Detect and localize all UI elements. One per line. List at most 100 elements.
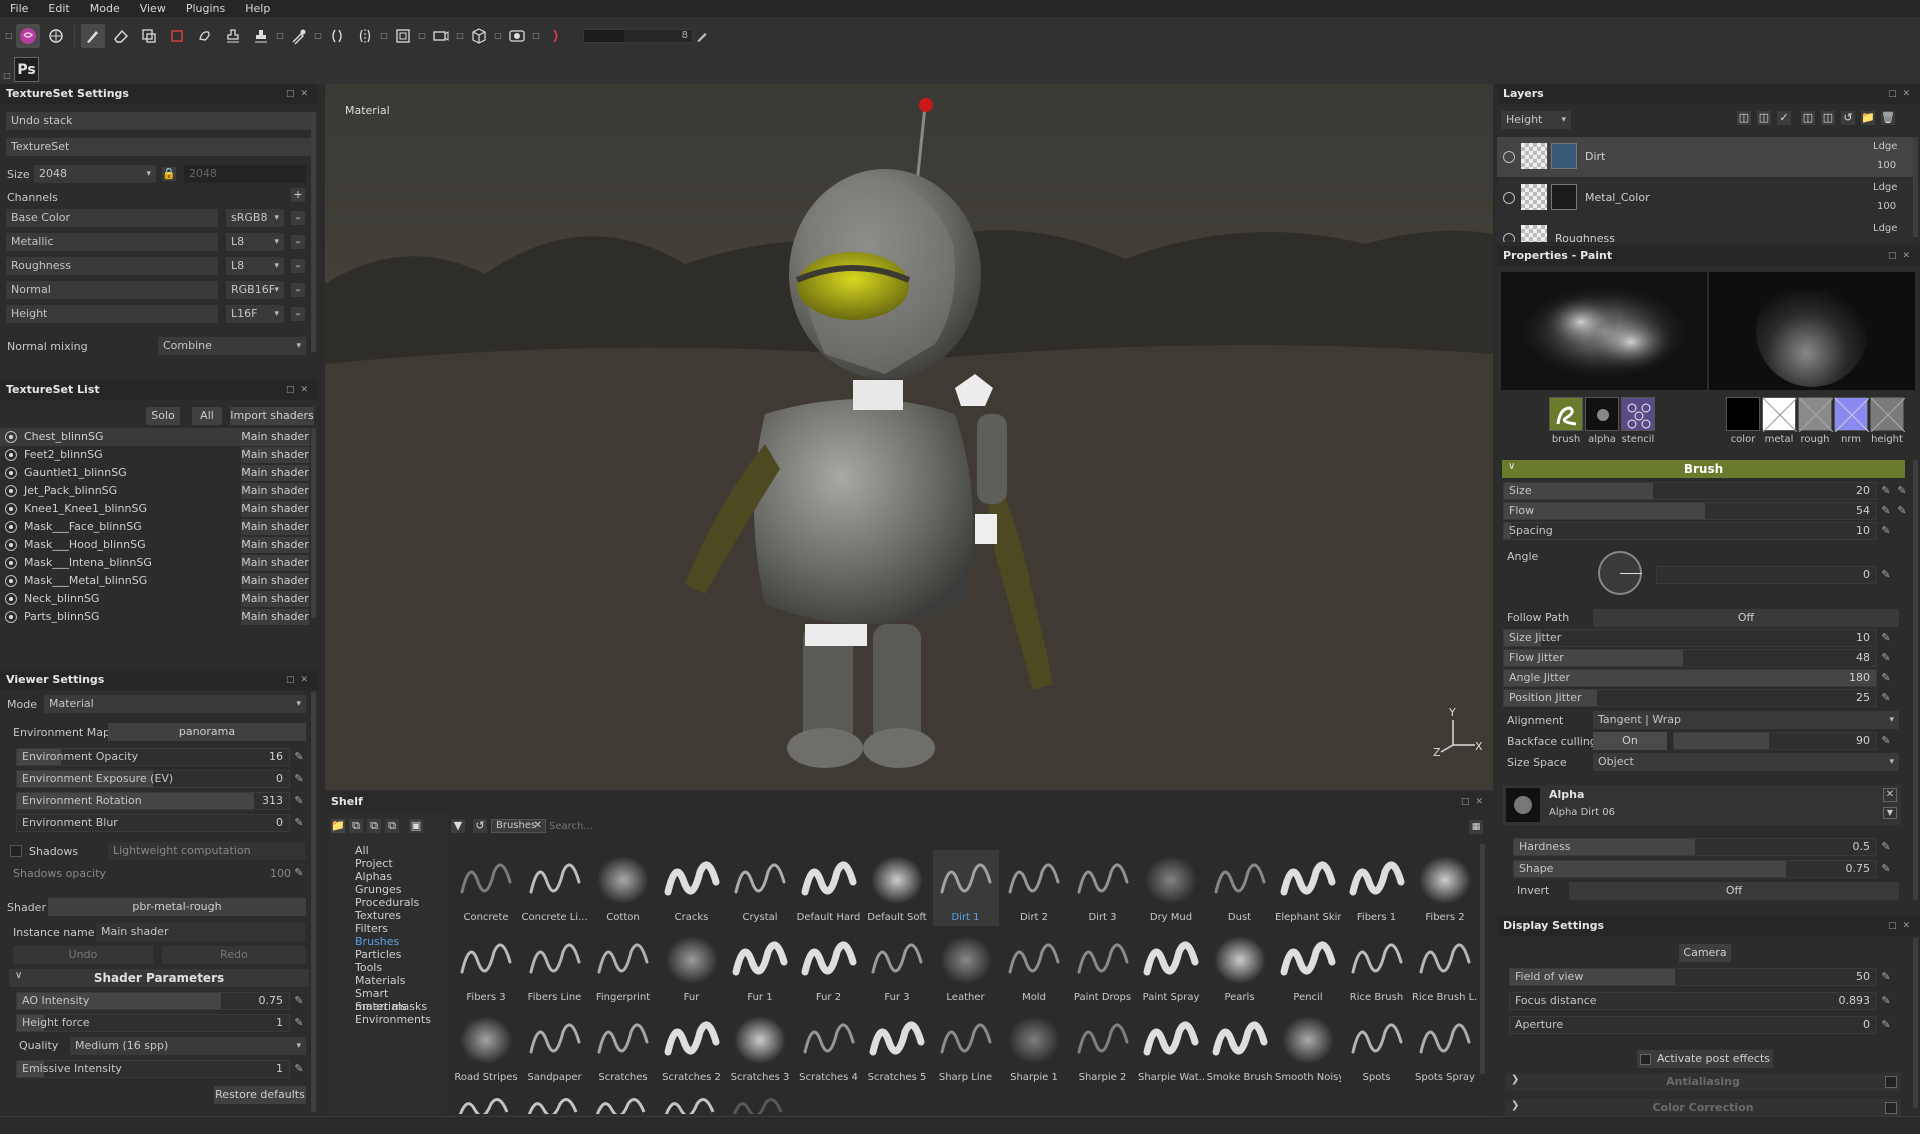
add-fill-layer-icon[interactable]: ◫ [1801, 111, 1815, 125]
brush-item[interactable]: Default Soft [864, 850, 930, 926]
layer-mask-thumbnail[interactable] [1521, 184, 1547, 210]
visibility-eye-icon[interactable] [5, 449, 17, 461]
edit-icon[interactable]: ✎ [292, 1062, 306, 1076]
angle-dial[interactable] [1598, 551, 1642, 595]
grid-view-icon[interactable]: ▦ [1469, 820, 1483, 834]
brush-item[interactable]: Pearls [1207, 930, 1273, 1006]
add-effect-icon[interactable]: ◫ [1737, 111, 1751, 125]
brush-chip[interactable] [1549, 397, 1583, 431]
brush-item[interactable]: Spots Spray [1412, 1010, 1477, 1086]
menu-mode[interactable]: Mode [80, 0, 130, 17]
edit-icon[interactable]: ✎ [1879, 671, 1893, 685]
edit-icon[interactable]: ✎ [292, 1016, 306, 1030]
emissive-intensity-slider[interactable]: Emissive Intensity 1 [16, 1060, 290, 1078]
pressure-icon[interactable]: ✎ [1895, 484, 1909, 498]
visibility-eye-icon[interactable] [5, 557, 17, 569]
brush-item[interactable]: Scratches 5 [864, 1010, 930, 1086]
size-jitter-slider[interactable]: Size Jitter 10 [1503, 629, 1877, 647]
layer-mask-thumbnail[interactable] [1521, 225, 1547, 242]
layer-row[interactable]: Roughness Ldge [1497, 219, 1913, 242]
shape-slider[interactable]: Shape 0.75 [1513, 860, 1877, 878]
import-icon[interactable]: ⧉ [349, 819, 363, 833]
layer-channel-dropdown[interactable]: Height [1501, 111, 1571, 129]
brush-item[interactable]: Concrete [453, 850, 519, 926]
undo-button[interactable]: Undo [13, 946, 153, 964]
visibility-eye-icon[interactable] [5, 575, 17, 587]
textureset-row[interactable]: Parts_blinnSG Main shader [0, 608, 310, 626]
visibility-eye-icon[interactable] [5, 593, 17, 605]
field-of-view-slider[interactable]: Field of view 50 [1509, 968, 1877, 986]
brush-item[interactable]: Pencil [1275, 930, 1341, 1006]
edit-icon[interactable]: ✎ [292, 750, 306, 764]
textureset-row[interactable]: Knee1_Knee1_blinnSG Main shader [0, 500, 310, 518]
brush-item[interactable] [659, 1090, 725, 1114]
brush-item[interactable] [453, 1090, 519, 1114]
brush-item[interactable]: Fur 2 [796, 930, 862, 1006]
alpha-thumbnail[interactable] [1506, 788, 1540, 822]
brush-item[interactable]: Fibers 2 [1412, 850, 1477, 926]
edit-icon[interactable]: ✎ [1879, 631, 1893, 645]
brush-item[interactable]: Smoke Brush [1207, 1010, 1273, 1086]
shelf-category-environments[interactable]: Environments [355, 1013, 431, 1026]
brush-flow-slider[interactable]: Flow 54 [1503, 502, 1877, 520]
textureset-row[interactable]: Jet_Pack_blinnSG Main shader [0, 482, 310, 500]
clone-stamp-icon[interactable] [221, 24, 245, 48]
add-paint-layer-icon[interactable]: ◫ [1821, 111, 1835, 125]
new-preset-icon[interactable]: ▣ [409, 819, 423, 833]
environment-opacity-slider[interactable]: Environment Opacity 16 [16, 748, 290, 766]
panel-dock-close-icon[interactable]: □✕ [286, 84, 314, 104]
brush-item[interactable]: Dry Mud [1138, 850, 1204, 926]
remove-channel-icon[interactable]: – [291, 307, 305, 321]
brush-item[interactable]: Sharpie 2 [1070, 1010, 1136, 1086]
symmetry-icon[interactable] [325, 24, 349, 48]
camera-2d-icon[interactable] [391, 24, 415, 48]
brush-item[interactable]: Cracks [659, 850, 725, 926]
brush-item[interactable]: Fibers Line [522, 930, 588, 1006]
menu-plugins[interactable]: Plugins [176, 0, 235, 17]
textureset-row[interactable]: Mask___Face_blinnSG Main shader [0, 518, 310, 536]
brush-item[interactable]: Paint Drops [1070, 930, 1136, 1006]
brush-item[interactable]: Fibers 1 [1344, 850, 1410, 926]
pencil-edit-icon[interactable] [695, 24, 709, 48]
layer-opacity[interactable]: 100 [1877, 160, 1896, 171]
shader-assign-button[interactable]: Main shader [241, 555, 309, 571]
ao-intensity-slider[interactable]: AO Intensity 0.75 [16, 992, 290, 1010]
menu-edit[interactable]: Edit [38, 0, 79, 17]
textureset-row[interactable]: Mask___Intena_blinnSG Main shader [0, 554, 310, 572]
layer-content-thumbnail[interactable] [1551, 143, 1577, 169]
panel-dock-close-icon[interactable]: □✕ [286, 380, 314, 400]
undo-stack-button[interactable]: Undo stack [6, 112, 316, 130]
layer-content-thumbnail[interactable] [1551, 184, 1577, 210]
close-icon[interactable]: ✕ [1883, 788, 1897, 802]
solo-button[interactable]: Solo [146, 407, 180, 425]
filter-icon[interactable]: ▼ [451, 819, 465, 833]
toolbar-small-icon-2[interactable]: □ [313, 24, 323, 48]
shelf-category-filters[interactable]: Filters [355, 922, 388, 935]
normal-mixing-dropdown[interactable]: Combine [158, 337, 306, 355]
shelf-category-grunges[interactable]: Grunges [355, 883, 401, 896]
remove-channel-icon[interactable]: – [291, 259, 305, 273]
edit-icon[interactable]: ✎ [1879, 840, 1893, 854]
size-space-dropdown[interactable]: Object [1593, 753, 1899, 771]
cube-icon[interactable] [467, 24, 491, 48]
remove-channel-icon[interactable]: – [291, 235, 305, 249]
backface-angle-slider[interactable]: 90 [1673, 732, 1877, 750]
angle-slider[interactable]: 0 [1656, 566, 1877, 584]
layer-row[interactable]: Metal_Color Ldge 100 [1497, 178, 1913, 218]
edit-icon[interactable]: ✎ [1879, 651, 1893, 665]
shelf-category-project[interactable]: Project [355, 857, 393, 870]
scrollbar[interactable] [1913, 938, 1918, 1108]
shader-assign-button[interactable]: Main shader [241, 429, 309, 445]
antialiasing-checkbox[interactable] [1885, 1076, 1897, 1088]
hardness-slider[interactable]: Hardness 0.5 [1513, 838, 1877, 856]
shadows-mode-field[interactable]: Lightweight computation [108, 842, 306, 860]
panel-dock-close-icon[interactable]: □✕ [1888, 84, 1916, 104]
shader-assign-button[interactable]: Main shader [241, 465, 309, 481]
shelf-category-all[interactable]: All [355, 844, 369, 857]
shader-assign-button[interactable]: Main shader [241, 519, 309, 535]
layer-row[interactable]: Dirt Ldge 100 [1497, 137, 1913, 177]
brush-item[interactable]: Scratches 2 [659, 1010, 725, 1086]
brush-item[interactable]: Paint Spray [1138, 930, 1204, 1006]
color-chip[interactable] [1726, 397, 1760, 431]
scrollbar[interactable] [1913, 137, 1918, 237]
